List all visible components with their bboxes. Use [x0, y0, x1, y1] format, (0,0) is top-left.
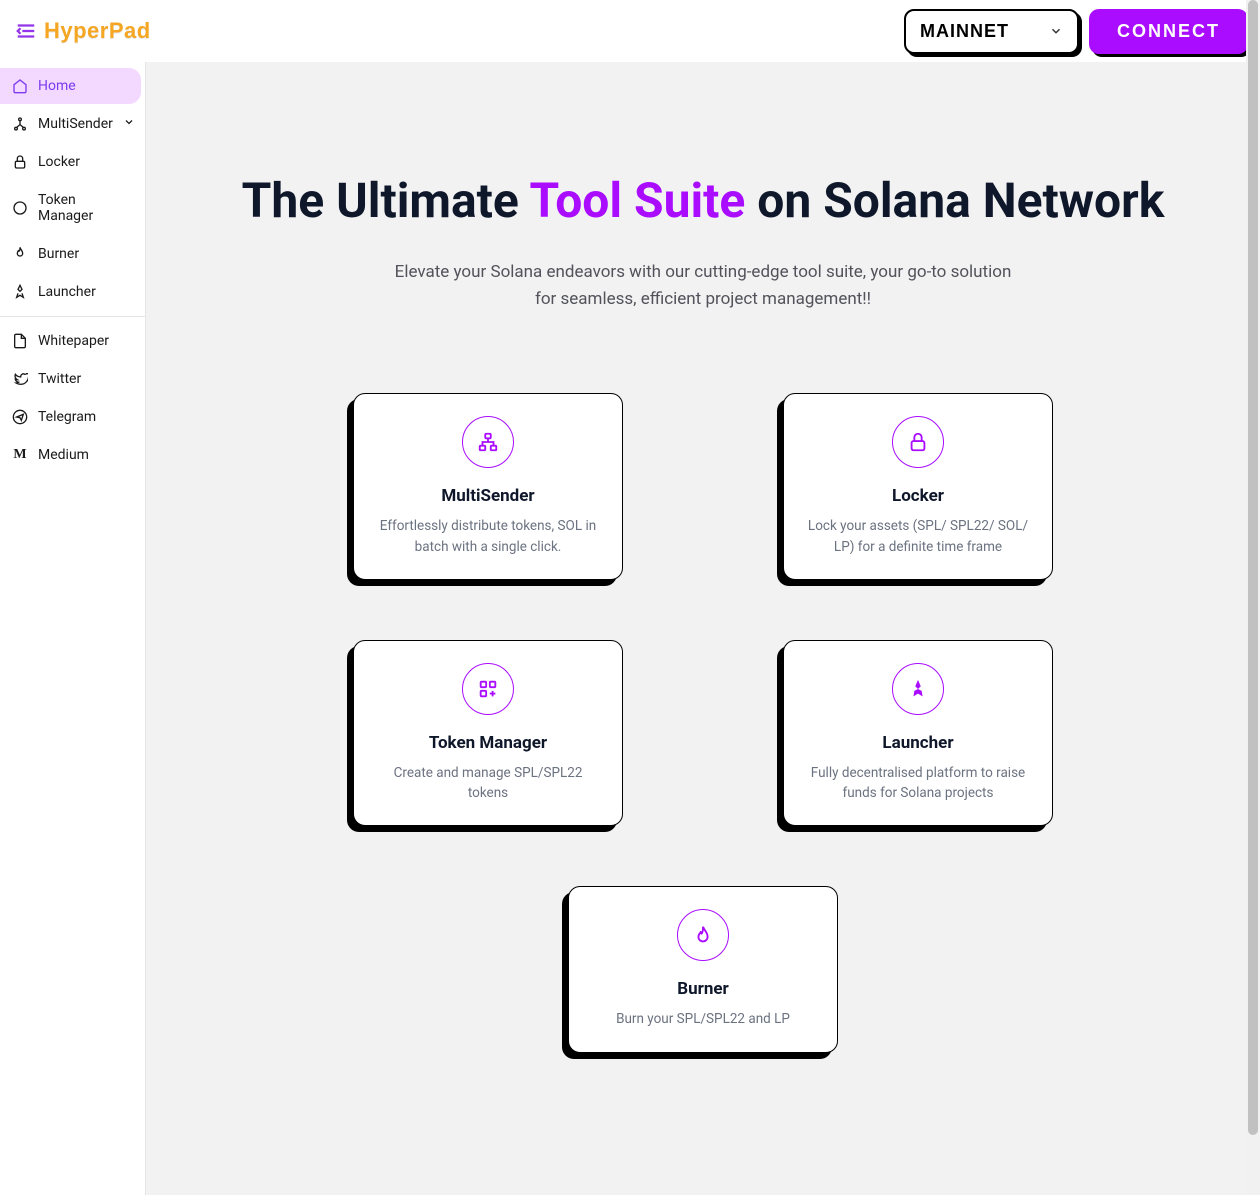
sidebar-item-label: Medium: [38, 447, 89, 463]
card-desc: Fully decentralised platform to raise fu…: [802, 763, 1034, 804]
card-token-manager[interactable]: Token Manager Create and manage SPL/SPL2…: [353, 640, 623, 827]
medium-icon: M: [12, 447, 28, 463]
title-pre: The Ultimate: [242, 172, 530, 229]
rocket-fill-icon: [892, 663, 944, 715]
sidebar-item-label: Burner: [38, 246, 79, 262]
card-title: MultiSender: [441, 486, 534, 506]
sidebar-item-multisender[interactable]: MultiSender: [0, 106, 141, 142]
document-icon: [12, 333, 28, 349]
sidebar-item-label: Token Manager: [38, 192, 129, 224]
page-title: The Ultimate Tool Suite on Solana Networ…: [186, 172, 1220, 229]
main-content: The Ultimate Tool Suite on Solana Networ…: [146, 62, 1260, 1195]
header: HyperPad MAINNET CONNECT: [0, 0, 1260, 62]
sidebar-item-medium[interactable]: M Medium: [0, 437, 141, 473]
scrollbar[interactable]: [1246, 0, 1260, 1195]
sidebar-item-whitepaper[interactable]: Whitepaper: [0, 323, 141, 359]
card-burner[interactable]: Burner Burn your SPL/SPL22 and LP: [568, 886, 838, 1052]
token-icon: [12, 200, 28, 216]
card-title: Burner: [677, 979, 729, 999]
fire-icon: [12, 246, 28, 262]
sidebar-item-label: MultiSender: [38, 116, 113, 132]
sidebar-item-locker[interactable]: Locker: [0, 144, 141, 180]
sidebar-item-label: Whitepaper: [38, 333, 109, 349]
title-accent: Tool Suite: [530, 172, 746, 229]
chevron-down-icon: [123, 116, 135, 132]
sidebar-item-telegram[interactable]: Telegram: [0, 399, 141, 435]
telegram-icon: [12, 409, 28, 425]
grid-plus-icon: [462, 663, 514, 715]
header-right: MAINNET CONNECT: [904, 9, 1248, 54]
card-desc: Burn your SPL/SPL22 and LP: [616, 1009, 790, 1029]
network-select[interactable]: MAINNET: [904, 9, 1079, 54]
sidebar-item-label: Twitter: [38, 371, 81, 387]
card-title: Token Manager: [429, 733, 547, 753]
fire-icon: [677, 909, 729, 961]
network-icon: [462, 416, 514, 468]
menu-toggle-button[interactable]: [12, 17, 40, 45]
sidebar-item-label: Home: [38, 78, 76, 94]
card-title: Locker: [892, 486, 944, 506]
multisender-icon: [12, 116, 28, 132]
network-label: MAINNET: [920, 21, 1009, 42]
sidebar-item-burner[interactable]: Burner: [0, 236, 141, 272]
home-icon: [12, 78, 28, 94]
lock-icon: [892, 416, 944, 468]
page-subtitle: Elevate your Solana endeavors with our c…: [383, 259, 1023, 313]
card-launcher[interactable]: Launcher Fully decentralised platform to…: [783, 640, 1053, 827]
rocket-icon: [12, 284, 28, 300]
card-multisender[interactable]: MultiSender Effortlessly distribute toke…: [353, 393, 623, 580]
title-post: on Solana Network: [745, 172, 1164, 229]
cards-grid: MultiSender Effortlessly distribute toke…: [253, 393, 1153, 1052]
scrollbar-thumb[interactable]: [1248, 0, 1258, 1135]
card-locker[interactable]: Locker Lock your assets (SPL/ SPL22/ SOL…: [783, 393, 1053, 580]
sidebar: Home MultiSender Locker Token Manager Bu…: [0, 62, 146, 1195]
sidebar-divider: [0, 316, 145, 317]
card-title: Launcher: [882, 733, 953, 753]
twitter-icon: [12, 371, 28, 387]
sidebar-item-twitter[interactable]: Twitter: [0, 361, 141, 397]
lock-icon: [12, 154, 28, 170]
sidebar-item-launcher[interactable]: Launcher: [0, 274, 141, 310]
header-left: HyperPad: [12, 17, 151, 45]
card-desc: Create and manage SPL/SPL22 tokens: [372, 763, 604, 804]
sidebar-item-label: Locker: [38, 154, 80, 170]
menu-icon: [15, 20, 37, 42]
sidebar-item-label: Telegram: [38, 409, 96, 425]
connect-button[interactable]: CONNECT: [1089, 9, 1248, 54]
chevron-down-icon: [1049, 24, 1063, 38]
sidebar-item-token-manager[interactable]: Token Manager: [0, 182, 141, 234]
sidebar-item-home[interactable]: Home: [0, 68, 141, 104]
card-desc: Effortlessly distribute tokens, SOL in b…: [372, 516, 604, 557]
logo[interactable]: HyperPad: [44, 18, 151, 44]
card-desc: Lock your assets (SPL/ SPL22/ SOL/ LP) f…: [802, 516, 1034, 557]
sidebar-item-label: Launcher: [38, 284, 96, 300]
